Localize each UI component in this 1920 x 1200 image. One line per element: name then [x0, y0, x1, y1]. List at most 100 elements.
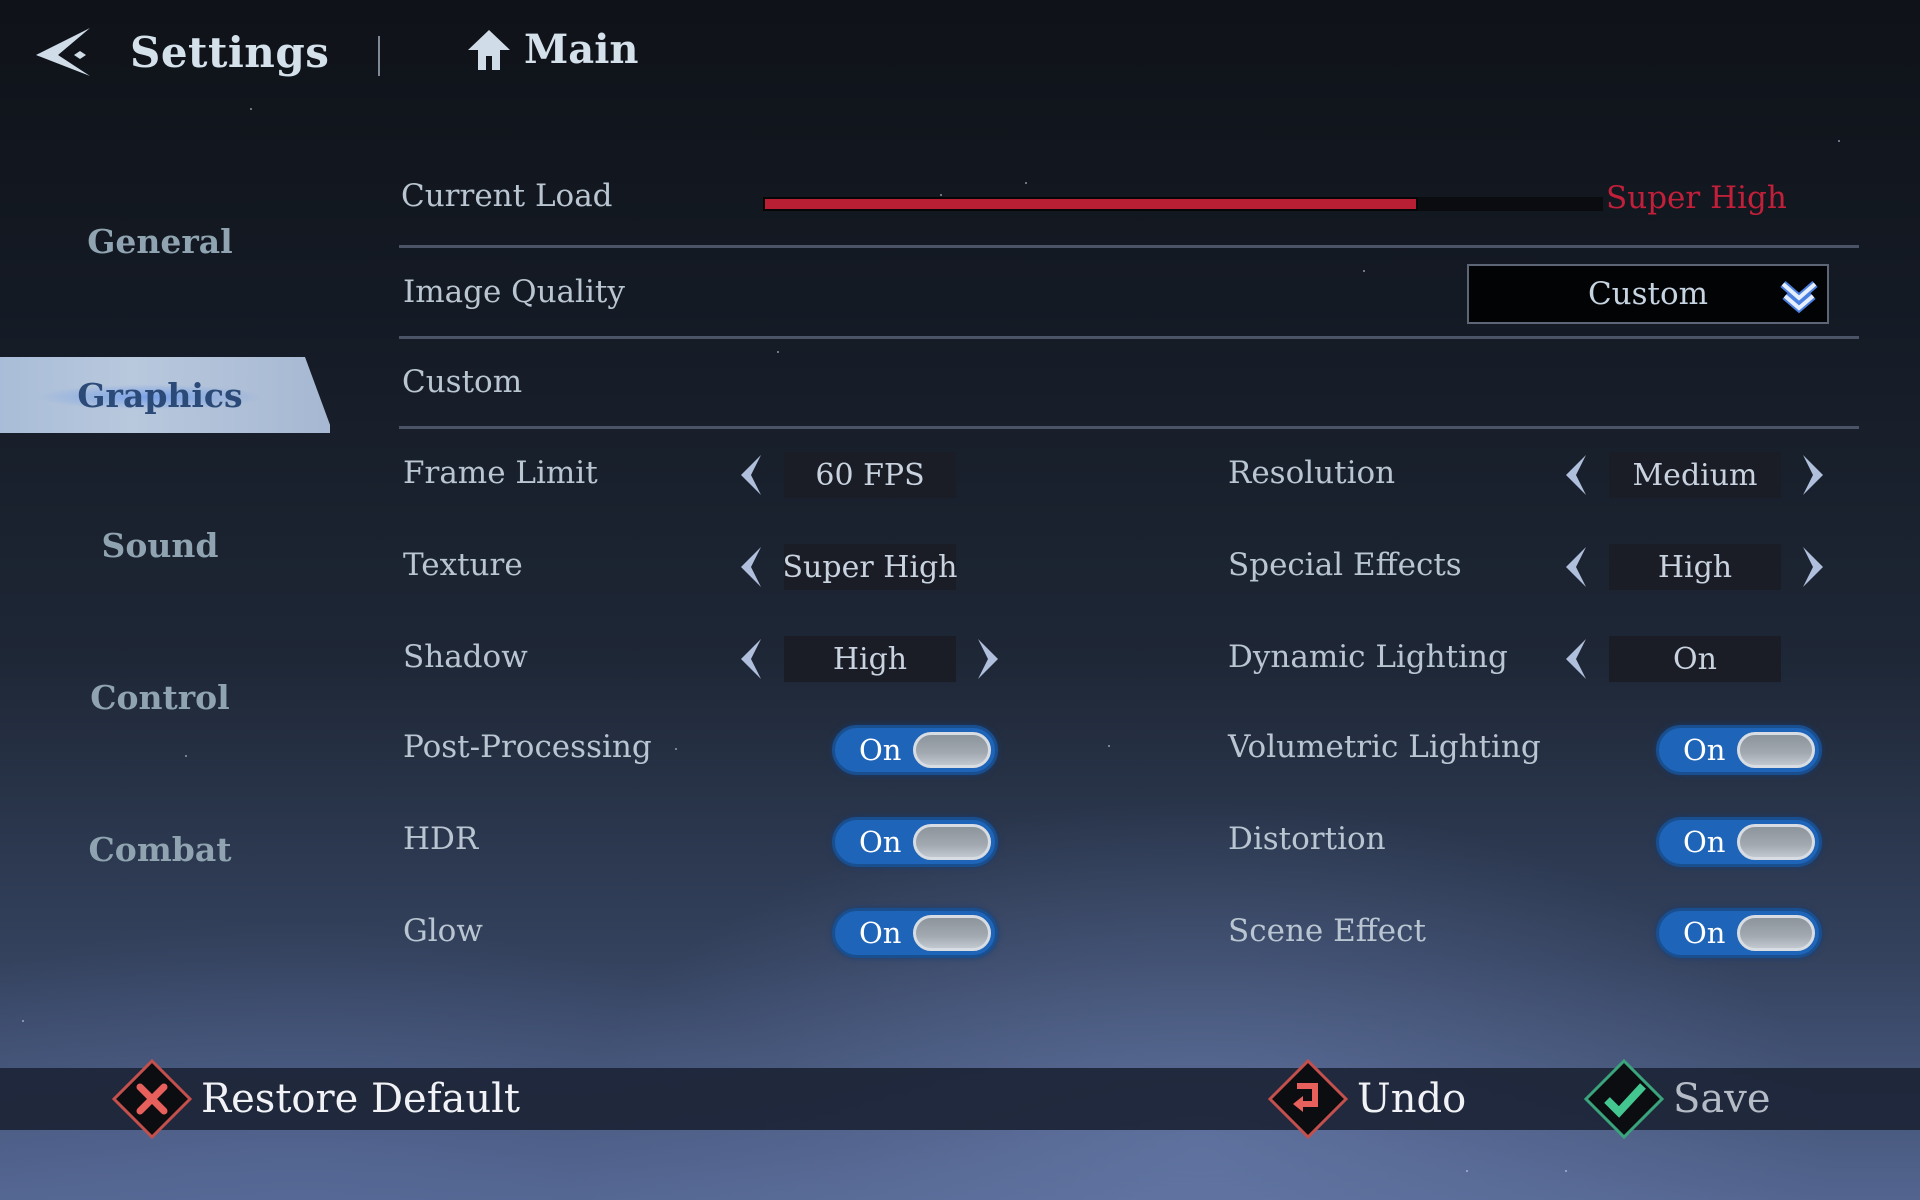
toggle-state-label: On [1683, 825, 1726, 859]
glow-label: Glow [403, 913, 483, 949]
star-decoration [1363, 270, 1365, 272]
resolution-next-arrow-icon[interactable] [1797, 453, 1827, 497]
toggle-state-label: On [859, 825, 902, 859]
divider [399, 426, 1859, 429]
load-bar [763, 197, 1603, 211]
sidebar-item-general[interactable]: General [0, 203, 330, 279]
texture-prev-arrow-icon[interactable] [737, 545, 767, 589]
save-label: Save [1673, 1076, 1771, 1122]
back-arrow-icon [36, 28, 90, 76]
sidebar-item-control[interactable]: Control [0, 659, 330, 735]
restore-default-button[interactable]: Restore Default [111, 1058, 520, 1140]
hdr-label: HDR [403, 821, 479, 857]
save-button[interactable]: Save [1583, 1058, 1771, 1140]
divider [399, 336, 1859, 339]
dropdown-selected-value: Custom [1587, 276, 1709, 312]
load-bar-fill [763, 197, 1419, 211]
resolution-label: Resolution [1228, 455, 1396, 491]
chevron-down-icon [1780, 280, 1818, 314]
current-load-label: Current Load [401, 178, 613, 214]
toggle-state-label: On [1683, 733, 1726, 767]
star-decoration [1108, 745, 1110, 747]
sidebar-item-graphics[interactable]: Graphics [0, 357, 330, 433]
special-effects-value-box: High [1609, 544, 1781, 590]
toggle-knob [913, 732, 991, 768]
toggle-knob [1737, 732, 1815, 768]
star-decoration [940, 194, 942, 196]
dynamic-lighting-label: Dynamic Lighting [1228, 639, 1508, 675]
distortion-toggle[interactable]: On [1656, 817, 1822, 867]
image-quality-dropdown[interactable]: Custom [1467, 264, 1829, 324]
star-decoration [22, 1020, 24, 1022]
sidebar-item-label: General [87, 221, 233, 261]
star-decoration [777, 351, 779, 353]
header-divider [378, 36, 380, 76]
star-decoration [1466, 1170, 1468, 1172]
checkmark-icon [1583, 1058, 1665, 1140]
sidebar-item-label: Control [90, 677, 230, 717]
star-decoration [250, 108, 252, 110]
close-x-icon [111, 1058, 193, 1140]
shadow-prev-arrow-icon[interactable] [737, 637, 767, 681]
undo-button[interactable]: Undo [1267, 1058, 1466, 1140]
frame-limit-value-box: 60 FPS [784, 452, 956, 498]
toggle-state-label: On [1683, 916, 1726, 950]
undo-label: Undo [1357, 1076, 1467, 1122]
home-label: Main [524, 26, 639, 73]
special-effects-prev-arrow-icon[interactable] [1562, 545, 1592, 589]
load-level-text: Super High [1606, 180, 1787, 216]
undo-arrow-icon [1267, 1058, 1349, 1140]
post-processing-toggle[interactable]: On [832, 725, 998, 775]
toggle-state-label: On [859, 733, 902, 767]
texture-label: Texture [403, 547, 523, 583]
home-button[interactable]: Main [466, 26, 638, 73]
star-decoration [185, 755, 187, 757]
texture-value: Super High [782, 549, 958, 585]
glow-toggle[interactable]: On [832, 908, 998, 958]
frame-limit-prev-arrow-icon[interactable] [737, 453, 767, 497]
resolution-prev-arrow-icon[interactable] [1562, 453, 1592, 497]
resolution-value: Medium [1632, 457, 1758, 493]
dynamic-lighting-value: On [1673, 641, 1717, 677]
volumetric-lighting-label: Volumetric Lighting [1228, 729, 1541, 765]
post-processing-label: Post-Processing [403, 729, 652, 765]
shadow-label: Shadow [403, 639, 528, 675]
scene-effect-toggle[interactable]: On [1656, 908, 1822, 958]
restore-default-label: Restore Default [201, 1076, 521, 1122]
special-effects-label: Special Effects [1228, 547, 1462, 583]
scene-effect-label: Scene Effect [1228, 913, 1426, 949]
page-title: Settings [130, 28, 330, 77]
star-decoration [1838, 140, 1840, 142]
toggle-knob [913, 915, 991, 951]
sidebar-item-label: Sound [101, 525, 219, 565]
toggle-knob [913, 824, 991, 860]
preset-label: Custom [402, 364, 523, 400]
star-decoration [1565, 1170, 1567, 1172]
star-decoration [675, 748, 677, 750]
dynamic-lighting-value-box: On [1609, 636, 1781, 682]
frame-limit-label: Frame Limit [403, 455, 598, 491]
special-effects-next-arrow-icon[interactable] [1797, 545, 1827, 589]
shadow-next-arrow-icon[interactable] [972, 637, 1002, 681]
divider [399, 245, 1859, 248]
sidebar-item-label: Combat [88, 829, 232, 869]
frame-limit-value: 60 FPS [815, 457, 925, 493]
dynamic-lighting-prev-arrow-icon[interactable] [1562, 637, 1592, 681]
sidebar-item-sound[interactable]: Sound [0, 507, 330, 583]
image-quality-label: Image Quality [403, 274, 625, 310]
star-decoration [1025, 182, 1027, 184]
sidebar-item-combat[interactable]: Combat [0, 811, 330, 887]
shadow-value-box: High [784, 636, 956, 682]
sidebar-item-label: Graphics [77, 375, 243, 415]
resolution-value-box: Medium [1609, 452, 1781, 498]
home-icon [468, 29, 510, 70]
hdr-toggle[interactable]: On [832, 817, 998, 867]
texture-value-box: Super High [782, 544, 958, 590]
volumetric-lighting-toggle[interactable]: On [1656, 725, 1822, 775]
toggle-knob [1737, 915, 1815, 951]
toggle-state-label: On [859, 916, 902, 950]
back-button[interactable] [28, 24, 96, 82]
special-effects-value: High [1657, 549, 1733, 585]
toggle-knob [1737, 824, 1815, 860]
distortion-label: Distortion [1228, 821, 1386, 857]
